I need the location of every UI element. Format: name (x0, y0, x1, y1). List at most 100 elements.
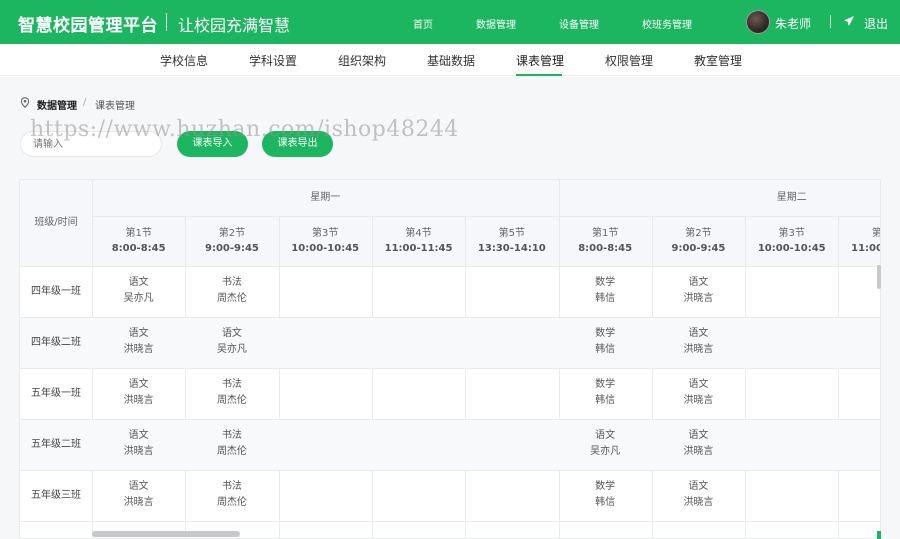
lesson-cell[interactable]: 书法 周杰伦 (185, 377, 278, 409)
lesson-subject: 数学 (595, 277, 616, 288)
lesson-subject: 语文 (128, 379, 149, 390)
lesson-cell[interactable]: 语文 洪晓言 (652, 479, 745, 511)
user-divider (830, 15, 831, 28)
lesson-subject: 书法 (221, 430, 242, 441)
lesson-teacher: 洪晓言 (683, 395, 714, 406)
period-header: 第1节 8:00-8:45 (92, 226, 185, 256)
day-header: 星期二 (776, 192, 807, 203)
lesson-cell[interactable]: 数学 韩信 (559, 326, 652, 358)
lesson-subject: 语文 (595, 430, 616, 441)
tab-basic-data[interactable]: 基础数据 (427, 52, 475, 69)
tab-classrooms[interactable]: 教室管理 (694, 52, 742, 69)
vertical-scrollbar[interactable] (877, 265, 881, 289)
period-name: 第1节 (125, 228, 152, 239)
tab-school-info[interactable]: 学校信息 (160, 52, 208, 69)
lesson-cell[interactable]: 语文 洪晓言 (92, 326, 185, 358)
lesson-cell[interactable]: 语文 洪晓言 (652, 377, 745, 409)
lesson-subject: 数学 (595, 481, 616, 492)
lesson-teacher: 洪晓言 (123, 344, 154, 355)
tab-subject-settings[interactable]: 学科设置 (249, 52, 297, 69)
grid-line (20, 521, 880, 522)
grid-line (745, 216, 747, 538)
period-time: 10:00-10:45 (291, 243, 360, 254)
period-header: 第4节 11:00-11:45 (838, 226, 881, 256)
tab-organization[interactable]: 组织架构 (338, 52, 386, 69)
lesson-cell[interactable]: 语文 洪晓言 (652, 428, 745, 460)
lesson-teacher: 周杰伦 (216, 395, 247, 406)
lesson-teacher: 韩信 (595, 395, 616, 406)
class-name: 五年级三班 (31, 490, 81, 501)
lesson-cell[interactable]: 语文 洪晓言 (92, 377, 185, 409)
scroll-corner (877, 531, 881, 539)
lesson-cell[interactable]: 数学 韩信 (559, 377, 652, 409)
lesson-subject: 书法 (221, 277, 242, 288)
nav-device-management[interactable]: 设备管理 (559, 16, 599, 31)
avatar[interactable] (746, 10, 770, 34)
lesson-cell[interactable]: 语文 洪晓言 (652, 275, 745, 307)
lesson-cell[interactable]: 数学 韩信 (559, 479, 652, 511)
breadcrumb-parent[interactable]: 数据管理 (37, 97, 77, 112)
lesson-subject: 书法 (221, 481, 242, 492)
lesson-teacher: 韩信 (595, 344, 616, 355)
period-header: 第4节 11:00-11:45 (372, 226, 465, 256)
lesson-subject: 语文 (221, 328, 242, 339)
period-header: 第2节 9:00-9:45 (652, 226, 745, 256)
lesson-cell[interactable]: 语文 吴亦凡 (559, 428, 652, 460)
search-input[interactable] (20, 131, 162, 157)
lesson-cell[interactable]: 书法 周杰伦 (185, 275, 278, 307)
timetable: 班级/时间 星期一 星期二 第1节 8:00-8:45 第2节 9:00-9:45 第3节 10… (19, 179, 881, 539)
nav-class-management[interactable]: 校班务管理 (642, 16, 692, 31)
location-icon (20, 97, 30, 108)
platform-slogan: 让校园充满智慧 (178, 16, 291, 35)
lesson-cell[interactable]: 语文 吴亦凡 (92, 275, 185, 307)
lesson-subject: 语文 (128, 430, 149, 441)
logout-button[interactable]: 退出 (864, 15, 888, 32)
nav-home[interactable]: 首页 (413, 16, 433, 31)
lesson-cell[interactable]: 书法 周杰伦 (185, 428, 278, 460)
class-name: 四年级二班 (31, 337, 81, 348)
period-time: 11:00-11:45 (384, 243, 453, 254)
period-name: 第3节 (778, 228, 805, 239)
title-divider (166, 13, 167, 31)
lesson-teacher: 洪晓言 (123, 395, 154, 406)
lesson-cell[interactable]: 语文 洪晓言 (92, 479, 185, 511)
class-name: 四年级一班 (31, 286, 81, 297)
grid-line (465, 216, 467, 538)
horizontal-scrollbar[interactable] (92, 531, 240, 537)
lesson-cell[interactable]: 数学 韩信 (559, 275, 652, 307)
top-bar: 智慧校园管理平台 让校园充满智慧 首页 数据管理 设备管理 校班务管理 朱老师 … (0, 0, 900, 44)
period-time: 13:30-14:10 (477, 243, 546, 254)
breadcrumb-separator: / (83, 97, 87, 108)
period-name: 第4节 (405, 228, 432, 239)
lesson-subject: 语文 (688, 481, 709, 492)
period-time: 9:00-9:45 (671, 243, 726, 254)
export-timetable-button[interactable]: 课表导出 (262, 131, 333, 157)
lesson-teacher: 吴亦凡 (216, 344, 247, 355)
class-name: 五年级一班 (31, 388, 81, 399)
lesson-cell[interactable]: 语文 吴亦凡 (185, 326, 278, 358)
grid-line (838, 216, 840, 538)
nav-data-management[interactable]: 数据管理 (476, 16, 516, 31)
lesson-teacher: 洪晓言 (683, 344, 714, 355)
period-name: 第4节 (871, 228, 881, 239)
lesson-cell[interactable]: 书法 周杰伦 (185, 479, 278, 511)
lesson-teacher: 洪晓言 (123, 497, 154, 508)
grid-line (278, 216, 280, 538)
lesson-teacher: 周杰伦 (216, 497, 247, 508)
lesson-cell[interactable]: 语文 洪晓言 (652, 326, 745, 358)
lesson-subject: 书法 (221, 379, 242, 390)
user-name[interactable]: 朱老师 (775, 15, 811, 32)
period-time: 9:00-9:45 (204, 243, 259, 254)
grid-line (20, 266, 880, 267)
lesson-teacher: 周杰伦 (216, 446, 247, 457)
grid-line (20, 368, 880, 369)
breadcrumb-current: 课表管理 (95, 101, 135, 112)
send-icon[interactable] (843, 15, 855, 27)
lesson-subject: 语文 (128, 481, 149, 492)
grid-line (92, 216, 880, 217)
tab-permissions[interactable]: 权限管理 (605, 52, 653, 69)
lesson-cell[interactable]: 语文 洪晓言 (92, 428, 185, 460)
class-name: 五年级二班 (31, 439, 81, 450)
tab-timetable[interactable]: 课表管理 (516, 52, 564, 69)
import-timetable-button[interactable]: 课表导入 (177, 131, 248, 157)
